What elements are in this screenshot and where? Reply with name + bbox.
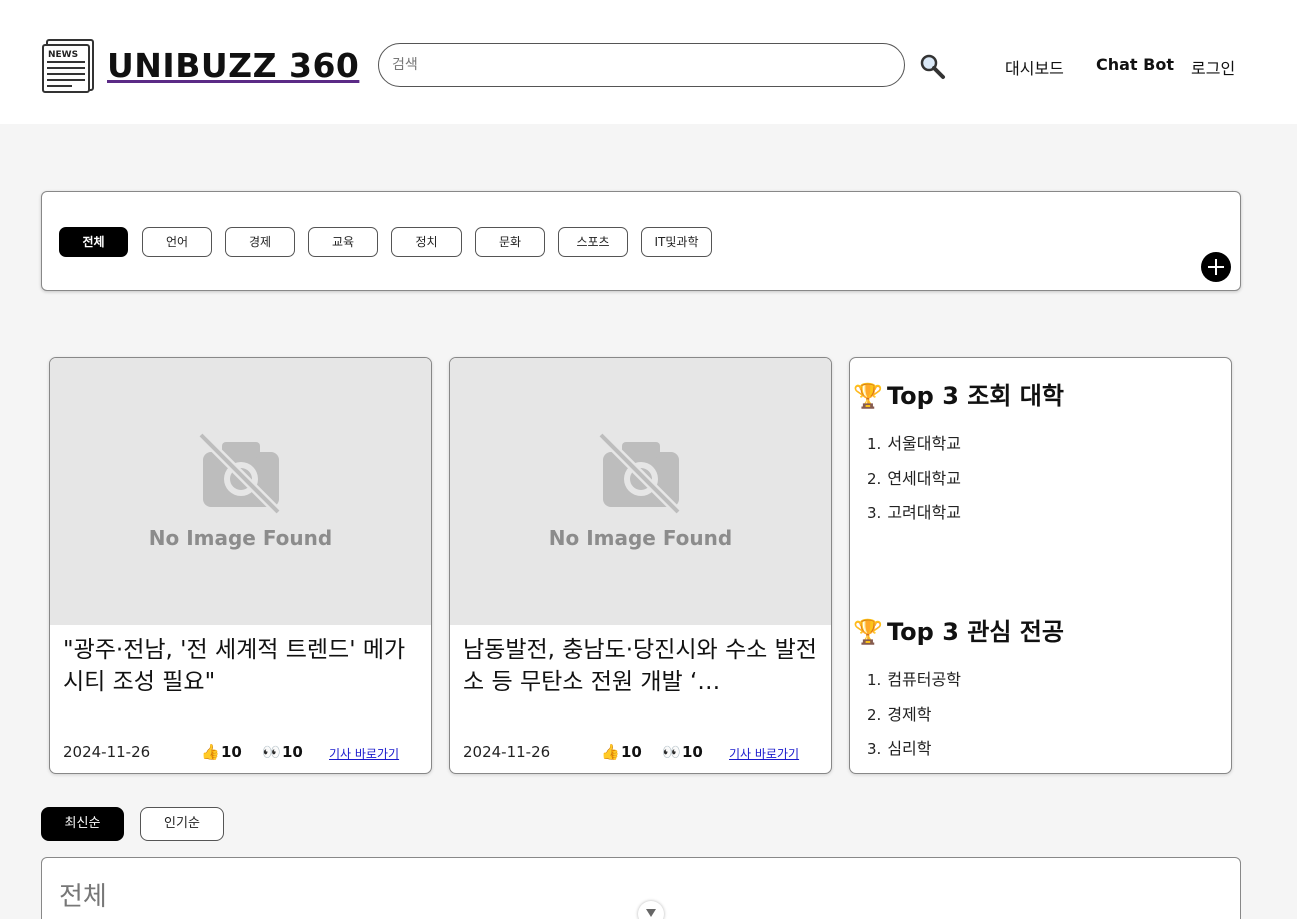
top-universities-title: 🏆 Top 3 조회 대학	[853, 382, 1064, 410]
list-item: 1. 서울대학교	[867, 434, 961, 453]
list-item: 1. 컴퓨터공학	[867, 670, 961, 689]
list-item: 2. 연세대학교	[867, 468, 961, 488]
category-chip-politics[interactable]: 정치	[391, 227, 462, 257]
sort-latest-button[interactable]: 최신순	[41, 807, 124, 841]
article-image-placeholder: No Image Found	[450, 358, 831, 625]
no-image-text: No Image Found	[548, 526, 733, 550]
svg-text:NEWS: NEWS	[48, 50, 78, 60]
article-list-title: 전체	[59, 882, 107, 912]
article-link[interactable]: 기사 바로가기	[729, 745, 799, 762]
category-chip-education[interactable]: 교육	[308, 227, 378, 257]
eyes-icon: 👀	[662, 743, 681, 761]
search-input[interactable]	[392, 54, 882, 76]
no-image-text: No Image Found	[148, 526, 333, 550]
newspaper-logo-icon[interactable]: NEWS	[42, 37, 98, 93]
article-date: 2024-11-26	[463, 743, 551, 761]
article-likes: 👍10	[201, 743, 242, 761]
top-universities-list: 1. 서울대학교 2. 연세대학교 3. 고려대학교	[867, 427, 961, 531]
no-image-camera-icon	[198, 432, 282, 516]
category-chip-language[interactable]: 언어	[142, 227, 212, 257]
rankings-panel: 🏆 Top 3 조회 대학 1. 서울대학교 2. 연세대학교 3. 고려대학교 🏆 To…	[849, 357, 1232, 774]
article-title[interactable]: 남동발전, 충남도·당진시와 수소 발전소 등 무탄소 전원 개발 ‘…	[463, 634, 823, 698]
list-item: 2. 경제학	[867, 704, 932, 724]
top-majors-title: 🏆 Top 3 관심 전공	[853, 618, 1064, 646]
plus-icon[interactable]	[1201, 252, 1231, 282]
article-date: 2024-11-26	[63, 743, 151, 761]
eyes-icon: 👀	[262, 743, 281, 761]
thumbs-up-icon: 👍	[201, 743, 220, 761]
no-image-camera-icon	[598, 432, 682, 516]
article-image-placeholder: No Image Found	[50, 358, 431, 625]
thumbs-up-icon: 👍	[601, 743, 620, 761]
nav-chatbot-link[interactable]: Chat Bot	[1096, 55, 1174, 74]
category-chip-sports[interactable]: 스포츠	[558, 227, 628, 257]
site-header: NEWS UNIBUZZ 360 대시보드 Chat Bot 로그인	[0, 0, 1297, 124]
category-filter-panel: 전체 언어 경제 교육 정치 문화 스포츠 IT및과학	[41, 191, 1241, 291]
trophy-icon: 🏆	[853, 382, 883, 410]
article-views: 👀10	[262, 743, 303, 761]
sort-popular-button[interactable]: 인기순	[140, 807, 224, 841]
article-title[interactable]: "광주·전남, '전 세계적 트렌드' 메가시티 조성 필요"	[63, 634, 423, 698]
list-item: 3. 고려대학교	[867, 503, 961, 522]
search-icon[interactable]	[918, 52, 946, 80]
trophy-icon: 🏆	[853, 618, 883, 646]
article-link[interactable]: 기사 바로가기	[329, 745, 399, 762]
category-chip-all[interactable]: 전체	[59, 227, 128, 257]
search-bar[interactable]	[378, 43, 905, 87]
category-chip-it-science[interactable]: IT및과학	[641, 227, 712, 257]
article-card[interactable]: No Image Found 남동발전, 충남도·당진시와 수소 발전소 등 무…	[449, 357, 832, 774]
top-majors-list: 1. 컴퓨터공학 2. 경제학 3. 심리학	[867, 663, 961, 767]
article-card[interactable]: No Image Found "광주·전남, '전 세계적 트렌드' 메가시티 …	[49, 357, 432, 774]
nav-login-link[interactable]: 로그인	[1191, 55, 1235, 79]
list-item: 3. 심리학	[867, 739, 932, 758]
category-chip-economy[interactable]: 경제	[225, 227, 295, 257]
site-logo-text[interactable]: UNIBUZZ 360	[107, 46, 359, 85]
article-views: 👀10	[662, 743, 703, 761]
category-chip-culture[interactable]: 문화	[475, 227, 545, 257]
article-likes: 👍10	[601, 743, 642, 761]
nav-dashboard-link[interactable]: 대시보드	[1005, 55, 1064, 79]
